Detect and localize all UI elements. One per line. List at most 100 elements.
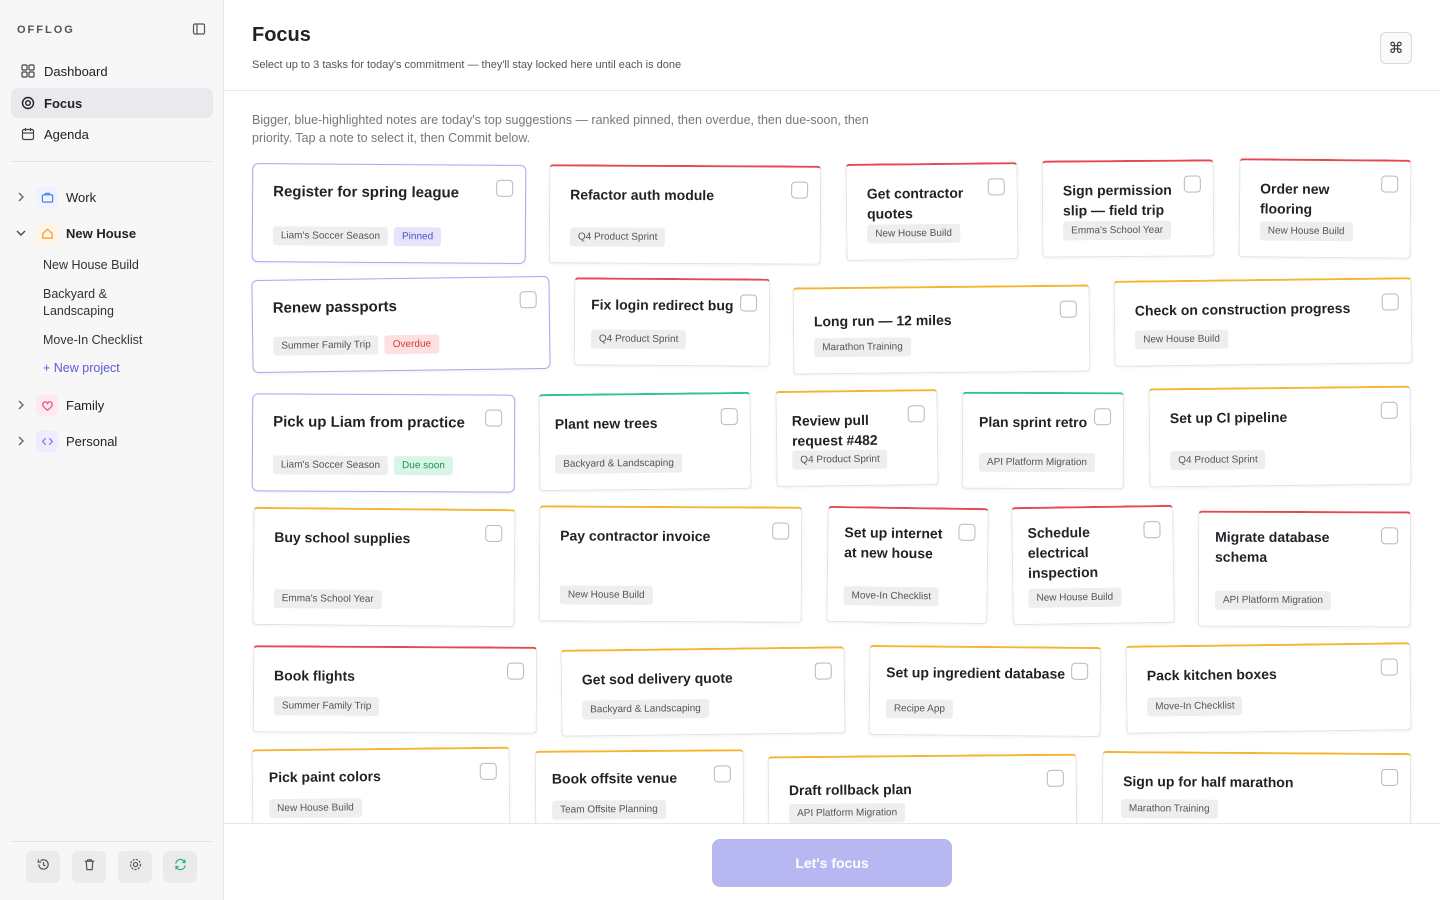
nav-agenda[interactable]: Agenda: [11, 119, 213, 149]
task-card[interactable]: Get contractor quotes New House Build: [845, 162, 1019, 261]
select-checkbox[interactable]: [1380, 658, 1398, 676]
select-checkbox[interactable]: [791, 181, 809, 199]
nav-label: Dashboard: [44, 63, 108, 79]
chevron-down-icon[interactable]: [14, 226, 28, 240]
select-checkbox[interactable]: [1381, 527, 1399, 545]
project-tag: Q4 Product Sprint: [1170, 450, 1266, 471]
sync-button[interactable]: [163, 851, 197, 883]
task-card[interactable]: Draft rollback plan API Platform Migrati…: [767, 753, 1078, 823]
select-checkbox[interactable]: [1046, 769, 1064, 787]
history-button[interactable]: [26, 851, 60, 883]
chevron-right-icon[interactable]: [14, 398, 28, 412]
task-card[interactable]: Schedule electrical inspection New House…: [1011, 504, 1175, 626]
task-title: Migrate database schema: [1215, 528, 1330, 565]
sync-icon: [173, 857, 188, 877]
select-checkbox[interactable]: [1183, 175, 1201, 193]
task-card[interactable]: Long run — 12 miles Marathon Training: [792, 284, 1091, 375]
select-checkbox[interactable]: [740, 294, 758, 312]
project-tag: Recipe App: [885, 699, 954, 719]
select-checkbox[interactable]: [485, 524, 503, 543]
nav-dashboard[interactable]: Dashboard: [11, 56, 213, 86]
select-checkbox[interactable]: [987, 178, 1005, 196]
area-label: Work: [66, 189, 97, 205]
select-checkbox[interactable]: [485, 409, 503, 427]
task-card[interactable]: Fix login redirect bug Q4 Product Sprint: [573, 277, 771, 367]
select-checkbox[interactable]: [814, 662, 832, 680]
task-card[interactable]: Check on construction progress New House…: [1113, 277, 1413, 367]
select-checkbox[interactable]: [958, 523, 976, 541]
project-tag: Summer Family Trip: [273, 696, 380, 716]
code-icon: [36, 430, 58, 452]
area-work[interactable]: Work: [14, 185, 96, 209]
select-checkbox[interactable]: [1071, 662, 1089, 680]
trash-button[interactable]: [72, 851, 106, 883]
task-card[interactable]: Set up internet at new house Move-In Che…: [826, 505, 989, 625]
home-icon: [36, 222, 58, 244]
task-card[interactable]: Register for spring league Liam's Soccer…: [251, 163, 527, 264]
task-card[interactable]: Set up CI pipeline Q4 Product Sprint: [1148, 385, 1412, 488]
select-checkbox[interactable]: [1143, 521, 1161, 539]
page-title: Focus: [252, 24, 311, 46]
project-tag: Emma's School Year: [273, 589, 382, 609]
select-checkbox[interactable]: [1381, 175, 1399, 193]
command-palette-button[interactable]: ⌘: [1380, 32, 1412, 64]
area-family[interactable]: Family: [14, 393, 104, 417]
select-checkbox[interactable]: [1380, 401, 1398, 419]
task-board: Register for spring league Liam's Soccer…: [224, 150, 1440, 823]
task-card[interactable]: Refactor auth module Q4 Product Sprint: [548, 164, 822, 265]
select-checkbox[interactable]: [907, 405, 925, 423]
select-checkbox[interactable]: [772, 522, 790, 540]
select-checkbox[interactable]: [1094, 408, 1112, 426]
project-tag: API Platform Migration: [1214, 590, 1331, 611]
task-card[interactable]: Pack kitchen boxes Move-In Checklist: [1125, 642, 1412, 734]
task-card[interactable]: Buy school supplies Emma's School Year: [252, 506, 516, 628]
task-card[interactable]: Sign permission slip — field trip Emma's…: [1041, 159, 1215, 258]
task-card[interactable]: Book offsite venue Team Offsite Planning: [534, 749, 745, 823]
chevron-right-icon[interactable]: [14, 190, 28, 204]
select-checkbox[interactable]: [507, 662, 525, 680]
task-card[interactable]: Get sod delivery quote Backyard & Landsc…: [560, 646, 846, 737]
new-project-link[interactable]: + New project: [43, 360, 120, 377]
task-title: Refactor auth module: [570, 186, 715, 204]
task-title: Get sod delivery quote: [581, 669, 733, 688]
task-card[interactable]: Plan sprint retro API Platform Migration: [961, 391, 1125, 490]
task-title: Draft rollback plan: [788, 781, 912, 799]
trash-icon: [82, 857, 97, 877]
task-card[interactable]: Migrate database schema API Platform Mig…: [1197, 510, 1412, 628]
select-checkbox[interactable]: [1381, 293, 1399, 311]
task-card[interactable]: Book flights Summer Family Trip: [252, 645, 538, 734]
heart-icon: [36, 394, 58, 416]
sidebar-toggle-icon[interactable]: [192, 22, 206, 36]
project-backyard-landscaping[interactable]: Backyard & Landscaping: [43, 286, 153, 320]
select-checkbox[interactable]: [1381, 768, 1399, 786]
project-tag: Move-In Checklist: [843, 586, 940, 607]
chevron-right-icon[interactable]: [14, 434, 28, 448]
area-new-house[interactable]: New House: [14, 221, 136, 245]
task-card[interactable]: Order new flooring New House Build: [1238, 158, 1412, 259]
area-personal[interactable]: Personal: [14, 429, 117, 453]
task-card[interactable]: Pick paint colors New House Build: [251, 746, 511, 823]
task-card[interactable]: Plant new trees Backyard & Landscaping: [538, 391, 752, 492]
settings-button[interactable]: [118, 851, 152, 883]
lets-focus-button[interactable]: Let's focus: [712, 839, 952, 887]
project-move-in-checklist[interactable]: Move-In Checklist: [43, 332, 142, 349]
select-checkbox[interactable]: [1059, 300, 1077, 318]
project-tag: Q4 Product Sprint: [569, 227, 666, 247]
sidebar: OFFLOG Dashboard Focus Agenda Work New H…: [0, 0, 224, 900]
select-checkbox[interactable]: [720, 408, 738, 426]
select-checkbox[interactable]: [713, 765, 731, 783]
select-checkbox[interactable]: [519, 291, 537, 309]
task-card[interactable]: Renew passports Summer Family Trip Overdu…: [251, 275, 551, 374]
focus-view: Focus Select up to 3 tasks for today's c…: [224, 0, 1440, 900]
task-card[interactable]: Pick up Liam from practice Liam's Soccer…: [251, 393, 516, 493]
task-title: Long run — 12 miles: [813, 311, 952, 330]
task-title: Plant new trees: [554, 414, 658, 432]
task-card[interactable]: Review pull request #482 Q4 Product Spri…: [775, 389, 939, 487]
task-card[interactable]: Set up ingredient database Recipe App: [868, 644, 1102, 738]
select-checkbox[interactable]: [479, 762, 497, 780]
select-checkbox[interactable]: [496, 179, 514, 197]
project-new-house-build[interactable]: New House Build: [43, 257, 139, 274]
task-card[interactable]: Pay contractor invoice New House Build: [538, 505, 803, 623]
nav-focus[interactable]: Focus: [11, 88, 213, 118]
task-card[interactable]: Sign up for half marathon Marathon Train…: [1101, 750, 1412, 823]
